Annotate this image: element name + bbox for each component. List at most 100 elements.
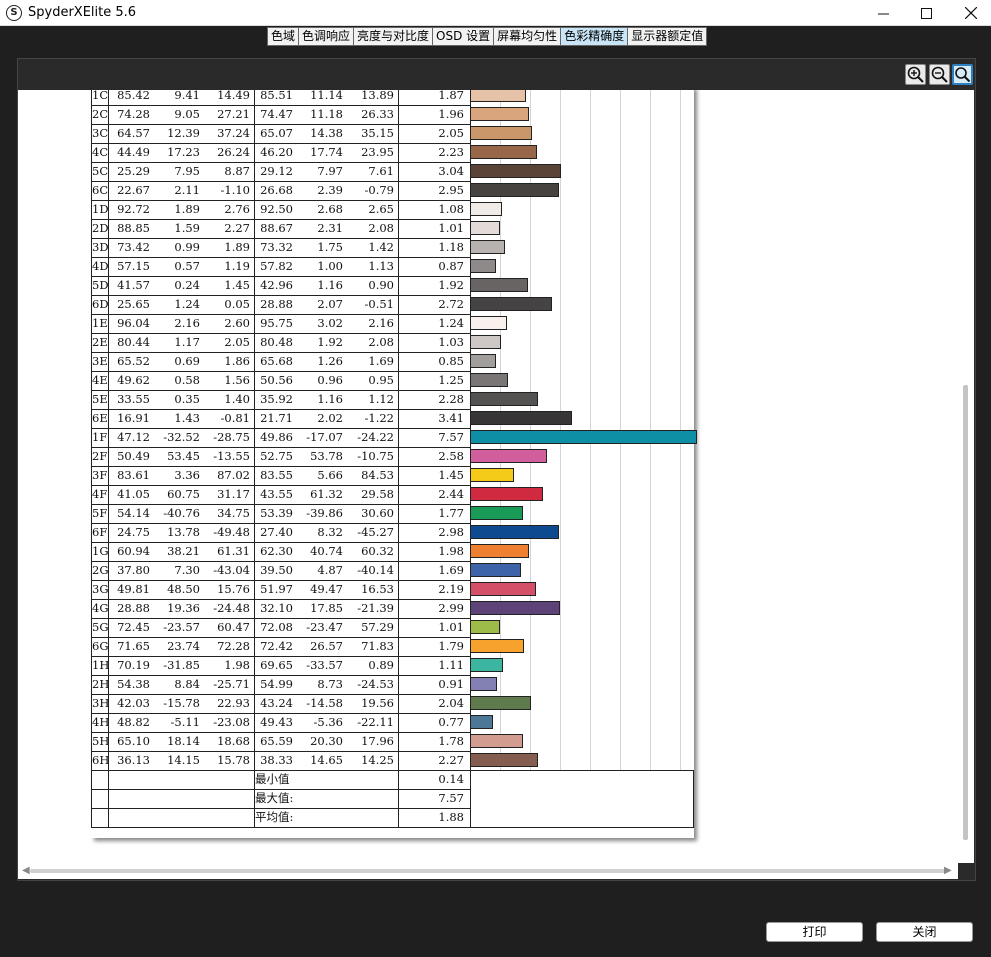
tab-6[interactable]: 色彩精确度 xyxy=(561,27,629,46)
ref-L: 33.55 xyxy=(117,392,150,406)
ref-b: 27.21 xyxy=(217,107,250,121)
report-viewport[interactable]: 1C 85.42 9.41 14.49 85.51 11.14 13.89 1.87 2C 74.… xyxy=(18,90,958,863)
scroll-left-icon[interactable]: ◀ xyxy=(22,865,30,876)
meas-a: 2.68 xyxy=(317,202,343,216)
meas-a: -5.36 xyxy=(313,715,344,729)
meas-b: -22.11 xyxy=(357,715,394,729)
table-row: 5G 72.45 -23.57 60.47 72.08 -23.47 57.29 1.01 xyxy=(91,618,694,637)
table-row: 2E 80.44 1.17 2.05 80.48 1.92 2.08 1.03 xyxy=(91,333,694,352)
summary-value: 0.14 xyxy=(438,772,464,786)
meas-a: 17.74 xyxy=(310,145,343,159)
ref-L: 65.10 xyxy=(117,734,150,748)
title-bar: S SpyderXElite 5.6 xyxy=(0,0,991,26)
patch-id: 1E xyxy=(92,316,108,330)
tab-5[interactable]: 屏幕均匀性 xyxy=(494,27,562,46)
meas-a: -23.47 xyxy=(306,620,343,634)
ref-L: 88.85 xyxy=(117,221,150,235)
table-row: 6H 36.13 14.15 15.78 38.33 14.65 14.25 2.27 xyxy=(91,751,694,770)
maximize-button[interactable] xyxy=(903,0,949,26)
print-button[interactable]: 打印 xyxy=(766,922,863,942)
patch-id: 4F xyxy=(92,487,108,501)
ref-b: 15.76 xyxy=(217,582,250,596)
meas-a: 53.78 xyxy=(310,449,343,463)
meas-b: 17.96 xyxy=(361,734,394,748)
patch-id: 4H xyxy=(92,715,110,729)
ref-L: 24.75 xyxy=(117,525,150,539)
meas-L: 69.65 xyxy=(260,658,293,672)
zoom-fit-button[interactable] xyxy=(952,64,973,85)
meas-a: 17.85 xyxy=(310,601,343,615)
meas-a: 26.57 xyxy=(310,639,343,653)
meas-L: 43.55 xyxy=(260,487,293,501)
close-button[interactable]: 关闭 xyxy=(876,922,973,942)
meas-b: -45.27 xyxy=(357,525,394,539)
patch-id: 6F xyxy=(92,525,108,539)
delta-e: 2.58 xyxy=(438,449,464,463)
meas-L: 73.32 xyxy=(260,240,293,254)
patch-id: 2D xyxy=(92,221,109,235)
minimize-button[interactable] xyxy=(860,0,906,26)
close-window-button[interactable] xyxy=(948,0,991,26)
delta-e: 1.78 xyxy=(438,734,464,748)
patch-id: 6G xyxy=(92,639,109,653)
ref-a: 38.21 xyxy=(167,544,200,558)
zoom-out-button[interactable] xyxy=(929,64,950,85)
ref-b: 22.93 xyxy=(217,696,250,710)
patch-id: 5F xyxy=(92,506,108,520)
tab-7[interactable]: 显示器额定值 xyxy=(628,27,708,46)
delta-e: 2.19 xyxy=(438,582,464,596)
table-row: 5F 54.14 -40.76 34.75 53.39 -39.86 30.60 1.77 xyxy=(91,504,694,523)
ref-b: 1.40 xyxy=(224,392,250,406)
patch-id: 4G xyxy=(92,601,109,615)
ref-L: 28.88 xyxy=(117,601,150,615)
ref-b: 61.31 xyxy=(217,544,250,558)
delta-e-bar xyxy=(470,354,496,368)
patch-id: 1C xyxy=(92,90,109,102)
scroll-right-icon[interactable]: ▶ xyxy=(944,865,952,876)
ref-L: 41.05 xyxy=(117,487,150,501)
tab-bar: 色域 色调响应 亮度与对比度 OSD 设置 屏幕均匀性 色彩精确度 显示器额定值 xyxy=(267,27,708,46)
delta-e: 0.87 xyxy=(438,259,464,273)
tab-4[interactable]: OSD 设置 xyxy=(433,27,495,46)
horizontal-scrollbar[interactable]: ◀ ▶ xyxy=(18,863,958,879)
meas-b: 0.89 xyxy=(368,658,394,672)
meas-L: 49.43 xyxy=(260,715,293,729)
ref-L: 37.80 xyxy=(117,563,150,577)
ref-b: -28.75 xyxy=(213,430,250,444)
table-row: 2F 50.49 53.45 -13.55 52.75 53.78 -10.75 2.58 xyxy=(91,447,694,466)
color-accuracy-report-page: 1C 85.42 9.41 14.49 85.51 11.14 13.89 1.87 2C 74.… xyxy=(91,90,698,838)
ref-L: 22.67 xyxy=(117,183,150,197)
ref-a: 0.58 xyxy=(174,373,200,387)
ref-b: 37.24 xyxy=(217,126,250,140)
vertical-scroll-thumb[interactable] xyxy=(963,385,968,840)
patch-id: 4E xyxy=(92,373,108,387)
delta-e-bar xyxy=(470,297,552,311)
delta-e-bar xyxy=(470,677,498,691)
delta-e: 0.91 xyxy=(438,677,464,691)
zoom-in-button[interactable] xyxy=(905,64,926,85)
meas-b: 30.60 xyxy=(361,506,394,520)
meas-b: 1.12 xyxy=(368,392,394,406)
table-row: 6F 24.75 13.78 -49.48 27.40 8.32 -45.27 2.98 xyxy=(91,523,694,542)
meas-b: -21.39 xyxy=(357,601,394,615)
ref-b: 2.05 xyxy=(224,335,250,349)
meas-a: 8.73 xyxy=(317,677,343,691)
ref-b: -0.81 xyxy=(220,411,251,425)
delta-e-bar xyxy=(470,316,508,330)
delta-e-bar xyxy=(470,107,529,121)
ref-L: 50.49 xyxy=(117,449,150,463)
ref-b: 1.56 xyxy=(224,373,250,387)
vertical-scrollbar[interactable] xyxy=(958,90,974,863)
horizontal-scroll-thumb[interactable] xyxy=(30,869,946,873)
tab-2[interactable]: 色调响应 xyxy=(299,27,355,46)
patch-id: 6H xyxy=(92,753,110,767)
delta-e-bar xyxy=(470,183,559,197)
meas-b: -10.75 xyxy=(357,449,394,463)
meas-a: 7.97 xyxy=(317,164,343,178)
tab-3[interactable]: 亮度与对比度 xyxy=(354,27,434,46)
meas-a: 1.26 xyxy=(317,354,343,368)
meas-L: 28.88 xyxy=(260,297,293,311)
ref-L: 65.52 xyxy=(117,354,150,368)
meas-b: 7.61 xyxy=(368,164,394,178)
tab-1[interactable]: 色域 xyxy=(267,27,300,46)
